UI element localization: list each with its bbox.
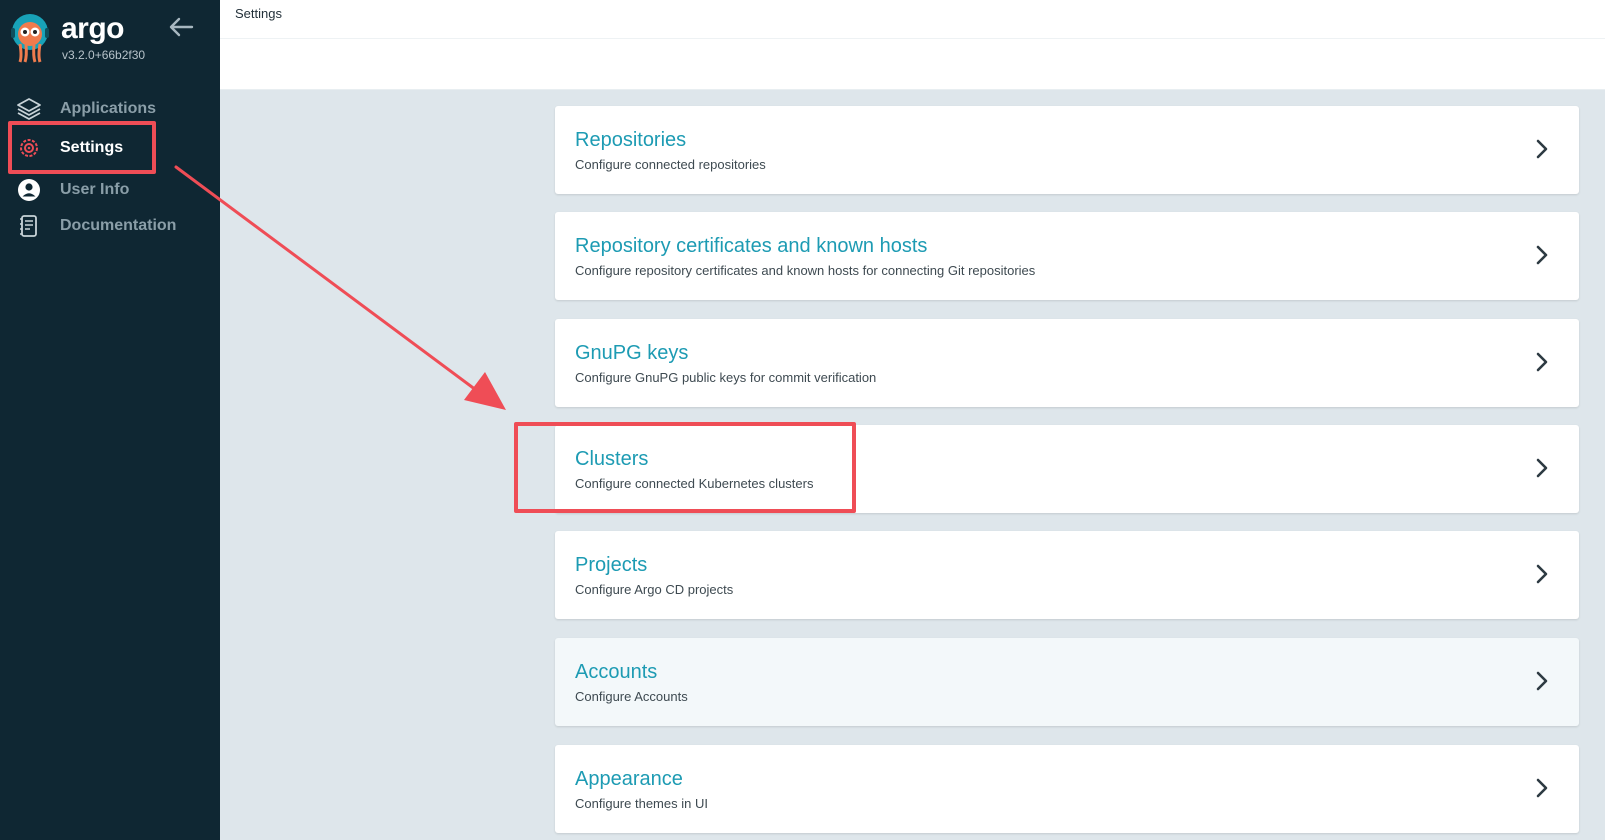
card-title: Projects: [575, 554, 648, 576]
card-description: Configure connected repositories: [575, 157, 766, 172]
top-bar: Settings: [220, 0, 1605, 90]
argo-logo-icon[interactable]: [8, 12, 52, 64]
chevron-right-icon: [1536, 458, 1548, 478]
card-description: Configure repository certificates and kn…: [575, 263, 1036, 278]
chevron-right-icon: [1536, 245, 1548, 265]
settings-highlight-box: [8, 121, 156, 174]
sidebar: argo v3.2.0+66b2f30 Applications Setting…: [0, 0, 220, 840]
card-title: GnuPG keys: [575, 342, 689, 364]
card-description: Configure Argo CD projects: [575, 582, 734, 597]
clusters-highlight-box: [514, 422, 856, 513]
layers-icon: [17, 98, 41, 120]
card-title: Accounts: [575, 661, 658, 683]
sidebar-item-label: Applications: [60, 100, 157, 117]
card-title: Repository certificates and known hosts: [575, 235, 928, 257]
sidebar-item-documentation[interactable]: Documentation: [0, 209, 220, 243]
version-label: v3.2.0+66b2f30: [62, 48, 146, 62]
card-title: Repositories: [575, 129, 687, 151]
card-description: Configure themes in UI: [575, 796, 708, 811]
card-description: Configure Accounts: [575, 689, 688, 704]
chevron-right-icon: [1536, 139, 1548, 159]
chevron-right-icon: [1536, 352, 1548, 372]
sidebar-item-label: User Info: [60, 181, 130, 198]
card-description: Configure GnuPG public keys for commit v…: [575, 370, 877, 385]
settings-card-repository-certificates[interactable]: Repository certificates and known hosts …: [555, 212, 1579, 300]
settings-card-appearance[interactable]: Appearance Configure themes in UI: [555, 745, 1579, 833]
breadcrumb[interactable]: Settings: [235, 6, 282, 21]
chevron-right-icon: [1536, 671, 1548, 691]
book-icon: [20, 215, 37, 237]
settings-card-gnupg-keys[interactable]: GnuPG keys Configure GnuPG public keys f…: [555, 319, 1579, 407]
card-title: Appearance: [575, 768, 683, 790]
chevron-right-icon: [1536, 778, 1548, 798]
settings-card-projects[interactable]: Projects Configure Argo CD projects: [555, 531, 1579, 619]
user-icon: [18, 179, 40, 201]
settings-card-repositories[interactable]: Repositories Configure connected reposit…: [555, 106, 1579, 194]
sidebar-item-user-info[interactable]: User Info: [0, 173, 220, 207]
settings-card-accounts[interactable]: Accounts Configure Accounts: [555, 638, 1579, 726]
brand-name: argo: [61, 12, 125, 45]
chevron-right-icon: [1536, 564, 1548, 584]
divider: [220, 38, 1605, 39]
sidebar-item-label: Documentation: [60, 217, 177, 234]
collapse-arrow-icon[interactable]: [168, 16, 194, 38]
